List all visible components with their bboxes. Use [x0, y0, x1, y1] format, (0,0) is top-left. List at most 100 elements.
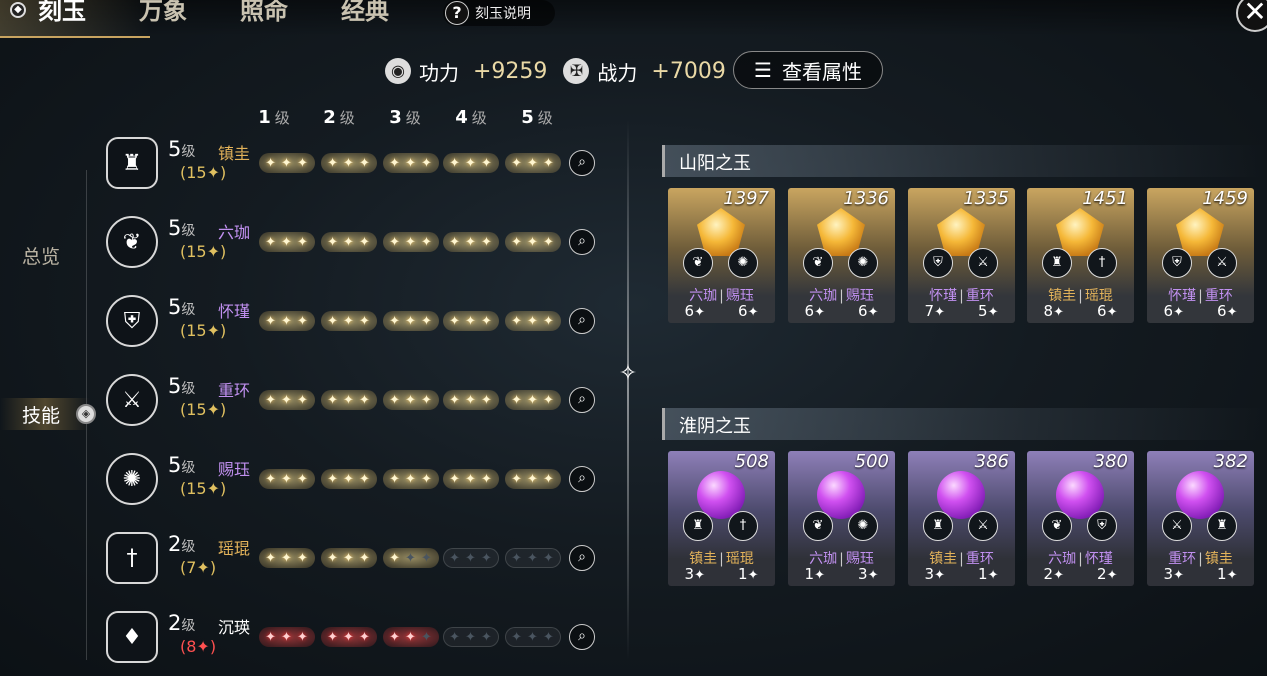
sprout-icon: ❦: [803, 511, 833, 541]
jade-card[interactable]: 380 ❦ ⛨ 六珈 | 怀瑾 2✦ 2✦: [1027, 451, 1134, 586]
search-icon[interactable]: ⌕: [569, 229, 595, 255]
search-icon[interactable]: ⌕: [569, 387, 595, 413]
card-skill-value: 8✦: [1043, 302, 1064, 320]
star-icon: ✦: [420, 550, 433, 566]
nav-overview[interactable]: 总览: [22, 242, 60, 269]
card-score: 1451: [1082, 188, 1128, 209]
star-icon: ✦: [511, 313, 524, 329]
help-button[interactable]: ? 刻玉说明: [443, 0, 555, 26]
skill-row[interactable]: ⚔ 5级 重环 (15✦) ✦ ✦ ✦ ✦ ✦ ✦ ✦ ✦ ✦ ✦ ✦ ✦ ✦ ✦ ✦ ⌕: [106, 374, 606, 444]
tower-icon: ♜: [106, 137, 158, 189]
search-icon[interactable]: ⌕: [569, 545, 595, 571]
card-score: 500: [854, 451, 889, 472]
tab-keyu[interactable]: 刻玉: [38, 0, 86, 30]
tab-zhaoming[interactable]: 照命: [240, 0, 288, 30]
jade-card[interactable]: 386 ♜ ⚔ 镇圭 | 重环 3✦ 1✦: [908, 451, 1015, 586]
divider-handle-icon[interactable]: ✧: [617, 361, 639, 387]
star-icon: ✦: [281, 629, 293, 645]
star-icon: ✦: [358, 313, 371, 329]
star-segment-level-5: ✦ ✦ ✦: [505, 548, 561, 568]
star-icon: ✦: [465, 550, 477, 566]
jade-card[interactable]: 1336 ❦ ✺ 六珈 | 赐珏 6✦ 6✦: [788, 188, 895, 323]
jade-card[interactable]: 508 ♜ † 镇圭 | 瑶琨 3✦ 1✦: [668, 451, 775, 586]
skill-row[interactable]: † 2级 瑶琨 (7✦) ✦ ✦ ✦ ✦ ✦ ✦ ✦ ✦ ✦ ✦ ✦ ✦ ✦ ✦ ✦ ⌕: [106, 532, 606, 602]
star-icon: ✦: [527, 234, 539, 250]
jade-card[interactable]: 1451 ♜ † 镇圭 | 瑶琨 8✦ 6✦: [1027, 188, 1134, 323]
skill-row[interactable]: ❦ 5级 六珈 (15✦) ✦ ✦ ✦ ✦ ✦ ✦ ✦ ✦ ✦ ✦ ✦ ✦ ✦ ✦ ✦ ⌕: [106, 216, 606, 286]
star-icon: ✦: [358, 550, 371, 566]
skill-level: 5级: [168, 453, 196, 477]
card-skill-value: 2✦: [1043, 565, 1064, 583]
skill-row[interactable]: ⛨ 5级 怀瑾 (15✦) ✦ ✦ ✦ ✦ ✦ ✦ ✦ ✦ ✦ ✦ ✦ ✦ ✦ ✦ ✦ ⌕: [106, 295, 606, 365]
card-skill-value: 6✦: [804, 302, 825, 320]
stats-bar: ◉ 功力 +9259 ✠ 战力 +7009: [385, 52, 734, 90]
star-segment-level-5: ✦ ✦ ✦: [505, 469, 561, 489]
tab-jingdian[interactable]: 经典: [341, 0, 389, 30]
star-icon: ✦: [343, 392, 355, 408]
search-icon[interactable]: ⌕: [569, 308, 595, 334]
sword-burst-icon: ⚔: [968, 248, 998, 278]
star-icon: ✦: [480, 471, 493, 487]
tower-icon: ♜: [1207, 511, 1237, 541]
star-segment-level-3: ✦ ✦ ✦: [383, 627, 439, 647]
star-segment-level-1: ✦ ✦ ✦: [259, 469, 315, 489]
search-icon[interactable]: ⌕: [569, 466, 595, 492]
star-icon: ✦: [296, 629, 309, 645]
flame-icon: ✺: [728, 248, 758, 278]
skill-level: 5级: [168, 295, 196, 319]
card-skill-value: 1✦: [804, 565, 825, 583]
skill-row[interactable]: ♦ 2级 沉瑛 (8✦) ✦ ✦ ✦ ✦ ✦ ✦ ✦ ✦ ✦ ✦ ✦ ✦ ✦ ✦ ✦ ⌕: [106, 611, 606, 676]
star-segment-level-4: ✦ ✦ ✦: [443, 390, 499, 410]
skill-star-total: (15✦): [180, 242, 227, 261]
level-header-4: 4级: [455, 107, 487, 128]
skill-star-total: (15✦): [180, 163, 227, 182]
card-skill-values: 6✦ 6✦: [668, 302, 775, 320]
dagger-icon: †: [728, 511, 758, 541]
power-icon: ◉: [385, 58, 411, 84]
tab-wanxiang[interactable]: 万象: [139, 0, 187, 30]
star-icon: ✦: [327, 392, 340, 408]
star-icon: ✦: [343, 629, 355, 645]
power-value: +9259: [473, 58, 548, 84]
star-icon: ✦: [343, 155, 355, 171]
star-icon: ✦: [389, 313, 402, 329]
skill-row[interactable]: ✺ 5级 赐珏 (15✦) ✦ ✦ ✦ ✦ ✦ ✦ ✦ ✦ ✦ ✦ ✦ ✦ ✦ ✦ ✦ ⌕: [106, 453, 606, 523]
star-icon: ✦: [265, 550, 278, 566]
star-icon: ✦: [465, 313, 477, 329]
star-icon: ✦: [265, 155, 278, 171]
card-score: 1335: [963, 188, 1009, 209]
skill-name: 赐珏: [218, 460, 251, 479]
star-icon: ✦: [542, 392, 555, 408]
card-skill-value: 1✦: [1217, 565, 1238, 583]
star-icon: ✦: [265, 234, 278, 250]
tower-icon: ♜: [923, 511, 953, 541]
jade-card[interactable]: 382 ⚔ ♜ 重环 | 镇圭 3✦ 1✦: [1147, 451, 1254, 586]
skill-row[interactable]: ♜ 5级 镇圭 (15✦) ✦ ✦ ✦ ✦ ✦ ✦ ✦ ✦ ✦ ✦ ✦ ✦ ✦ ✦ ✦ ⌕: [106, 137, 606, 207]
star-segment-level-5: ✦ ✦ ✦: [505, 627, 561, 647]
search-icon[interactable]: ⌕: [569, 624, 595, 650]
jade-card[interactable]: 500 ❦ ✺ 六珈 | 赐珏 1✦ 3✦: [788, 451, 895, 586]
star-segment-level-4: ✦ ✦ ✦: [443, 153, 499, 173]
nav-marker-icon: ◈: [76, 404, 96, 424]
card-skill-value: 6✦: [858, 302, 879, 320]
section-title: 淮阴之玉: [679, 416, 751, 437]
search-icon[interactable]: ⌕: [569, 150, 595, 176]
star-icon: ✦: [281, 155, 293, 171]
star-icon: ✦: [405, 155, 417, 171]
jade-card[interactable]: 1335 ⛨ ⚔ 怀瑾 | 重环 7✦ 5✦: [908, 188, 1015, 323]
card-skill-value: 3✦: [684, 565, 705, 583]
star-segment-level-3: ✦ ✦ ✦: [383, 232, 439, 252]
flame-icon: ✺: [848, 511, 878, 541]
jade-card[interactable]: 1397 ❦ ✺ 六珈 | 赐珏 6✦ 6✦: [668, 188, 775, 323]
card-skill-values: 2✦ 2✦: [1027, 565, 1134, 583]
star-icon: ✦: [327, 550, 340, 566]
nav-skill[interactable]: 技能: [22, 401, 60, 428]
view-attributes-button[interactable]: ☰ 查看属性: [733, 51, 883, 89]
card-skill-value: 3✦: [924, 565, 945, 583]
jade-card[interactable]: 1459 ⛨ ⚔ 怀瑾 | 重环 6✦ 6✦: [1147, 188, 1254, 323]
star-segment-level-1: ✦ ✦ ✦: [259, 390, 315, 410]
level-header-5: 5级: [521, 107, 553, 128]
card-score: 1397: [723, 188, 769, 209]
star-segment-level-1: ✦ ✦ ✦: [259, 153, 315, 173]
sword-burst-icon: ⚔: [968, 511, 998, 541]
